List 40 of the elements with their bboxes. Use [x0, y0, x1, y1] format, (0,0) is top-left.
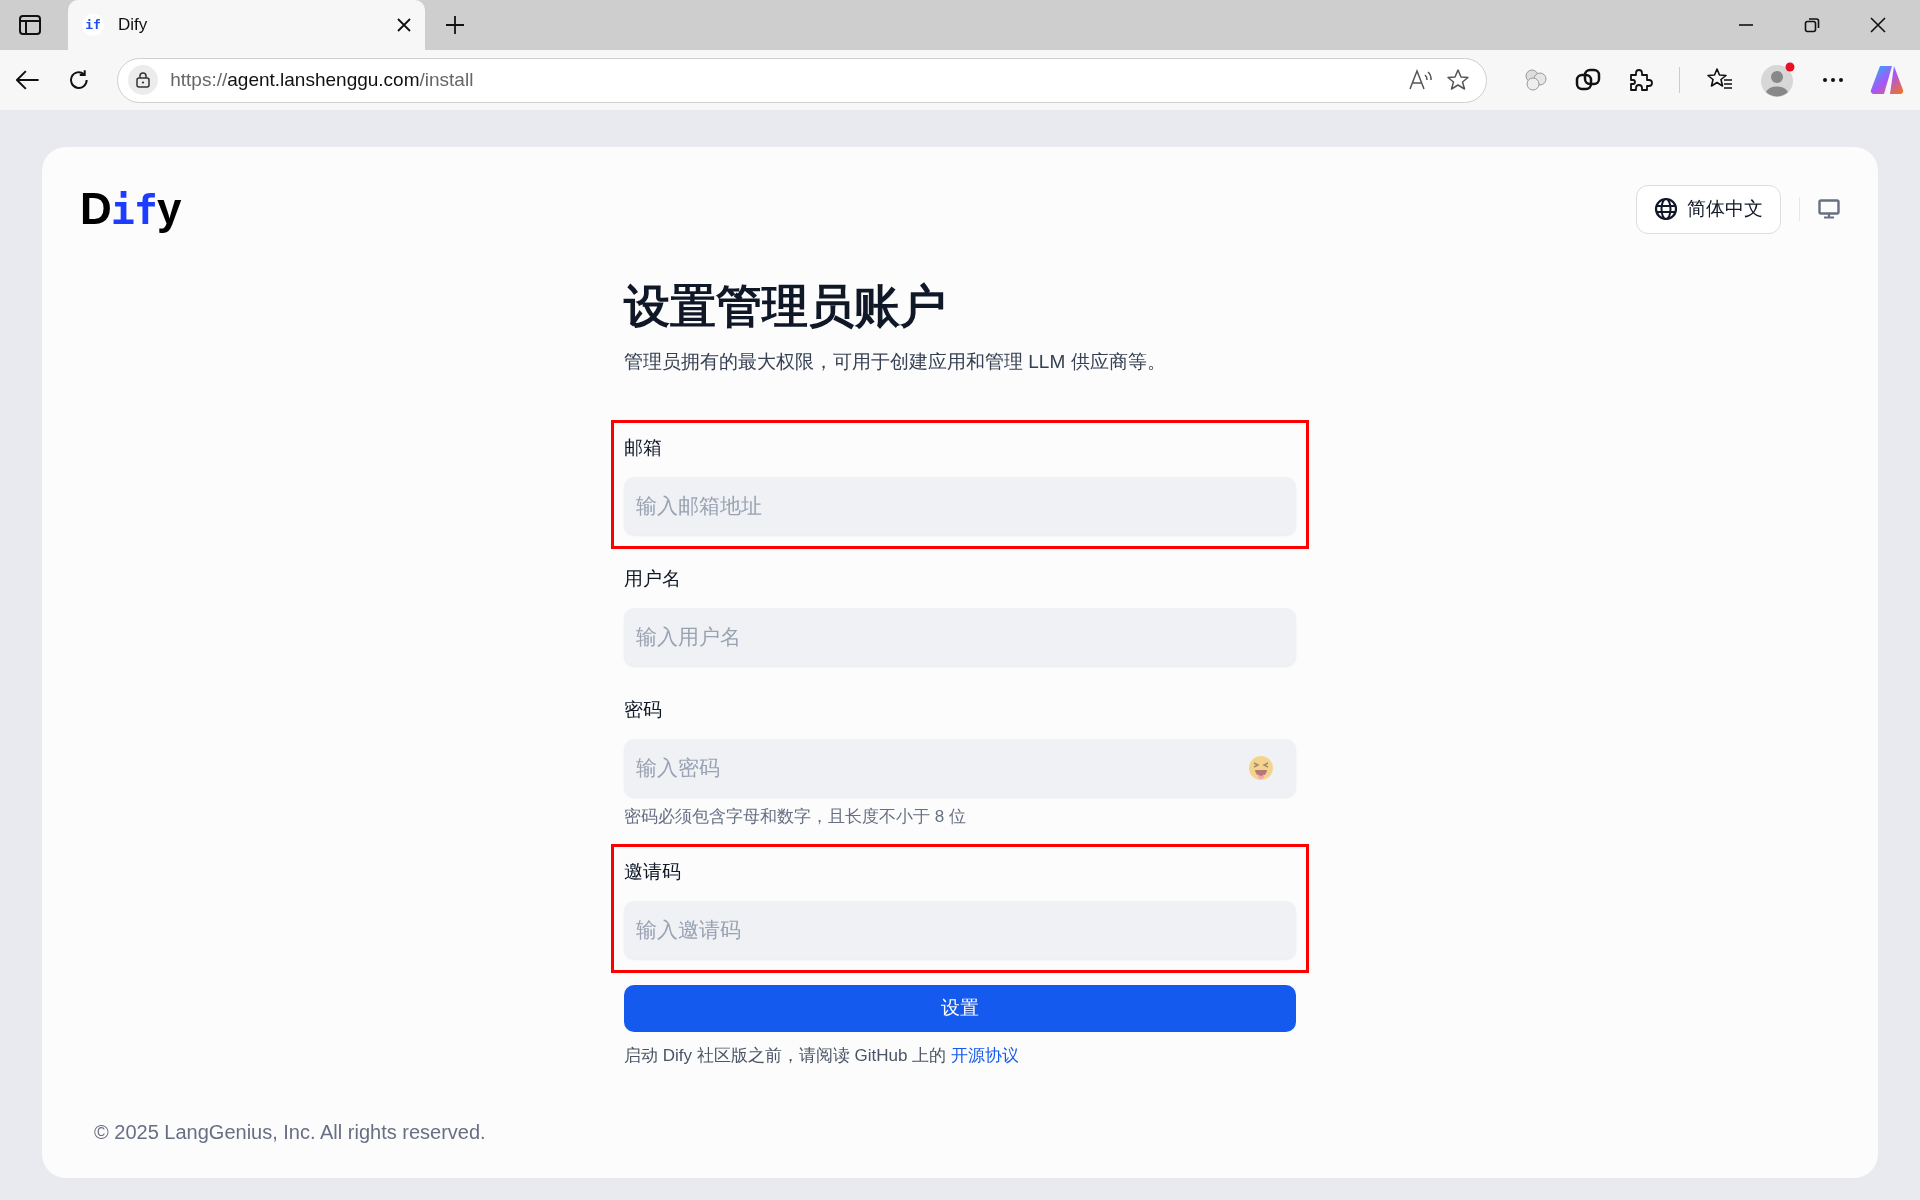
input-field[interactable]: 输入用户名	[624, 608, 1296, 666]
agreement-text: 启动 Dify 社区版之前，请阅读 GitHub 上的 开源协议	[624, 1045, 1020, 1067]
tab-panel-icon[interactable]	[19, 15, 41, 35]
monitor-icon[interactable]	[1818, 199, 1840, 219]
license-link[interactable]: 开源协议	[950, 1046, 1019, 1065]
back-icon[interactable]	[16, 70, 40, 90]
reload-icon[interactable]	[67, 69, 90, 91]
copilot-icon[interactable]	[1870, 64, 1904, 96]
tab-title: Dify	[118, 14, 149, 37]
url-text: https://agent.lanshenggu.com/install	[170, 67, 475, 92]
setup-button[interactable]: 设置	[624, 985, 1296, 1032]
dify-logo: Dify	[80, 187, 181, 231]
new-tab-icon[interactable]	[445, 15, 465, 35]
close-icon[interactable]	[397, 18, 411, 32]
page-subtitle: 管理员拥有的最大权限，可用于创建应用和管理 LLM 供应商等。	[624, 350, 1167, 374]
field-label: 密码	[624, 698, 663, 722]
browser-tab[interactable]: if Dify	[68, 0, 425, 50]
input-field[interactable]: 输入邮箱地址	[624, 477, 1296, 535]
copyright-text: © 2025 LangGenius, Inc. All rights reserved.	[93, 1120, 487, 1145]
lock-icon[interactable]	[128, 65, 159, 95]
field-label: 邮箱	[624, 436, 663, 460]
puzzle-icon[interactable]	[1627, 67, 1653, 93]
password-hint: 密码必须包含字母和数字，且长度不小于 8 位	[624, 806, 967, 828]
page-title: 设置管理员账户	[624, 279, 947, 334]
field-label: 邀请码	[624, 860, 682, 884]
profile-avatar-icon[interactable]	[1760, 62, 1796, 98]
globe-icon	[1654, 197, 1678, 221]
restore-icon[interactable]	[1804, 17, 1820, 33]
password-field[interactable]: 输入密码	[624, 739, 1296, 797]
linked-squares-icon[interactable]	[1575, 67, 1601, 93]
input-field[interactable]: 输入邀请码	[624, 901, 1296, 959]
more-icon[interactable]	[1822, 77, 1844, 83]
field-label: 用户名	[624, 567, 682, 591]
read-aloud-icon[interactable]	[1408, 69, 1434, 91]
language-button[interactable]: 简体中文	[1636, 184, 1781, 234]
address-bar[interactable]: https://agent.lanshenggu.com/install	[117, 57, 1487, 103]
tab-favicon: if	[82, 14, 104, 36]
favorite-star-icon[interactable]	[1446, 68, 1470, 92]
close-icon[interactable]	[1870, 17, 1886, 33]
emoji-face-icon[interactable]	[1248, 755, 1274, 781]
